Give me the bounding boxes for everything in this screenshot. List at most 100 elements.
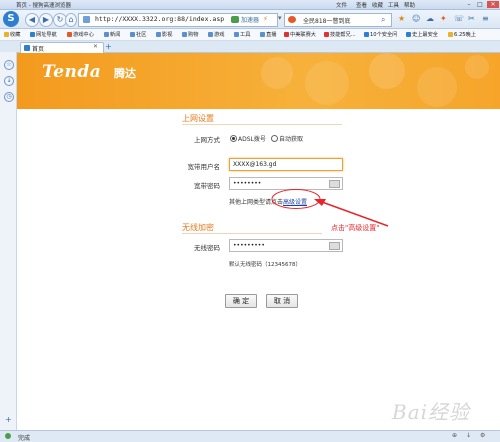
- keyboard-icon[interactable]: [329, 180, 340, 188]
- back-icon[interactable]: ◀: [25, 13, 39, 27]
- forward-icon[interactable]: ▶: [39, 13, 53, 27]
- username-input[interactable]: XXXX@163.gd: [229, 158, 343, 171]
- sidebar-download-icon[interactable]: ↓: [4, 76, 14, 86]
- maximize-icon[interactable]: □: [475, 1, 485, 8]
- status-bar: 完成 ⊕ ↓ ⚙: [0, 430, 500, 442]
- news-icon: [284, 32, 289, 37]
- tab-favicon-icon: [24, 45, 30, 51]
- favorites-item[interactable]: 直播: [260, 31, 276, 38]
- wireless-password-label: 无线密码: [194, 244, 220, 252]
- section-wireless-title: 无线加密: [182, 223, 214, 232]
- keyboard-icon[interactable]: [329, 242, 340, 250]
- sidebar-favorites-icon[interactable]: ☆: [4, 60, 14, 70]
- dropdown-arrow-icon[interactable]: ▾: [278, 14, 282, 22]
- star-icon[interactable]: ★: [398, 14, 405, 23]
- menu-icon[interactable]: ≡: [482, 14, 489, 23]
- address-url[interactable]: http://XXXX.3322.org:88/index.asp: [95, 15, 224, 23]
- search-box[interactable]: 全民818一瞥到底 ⌕: [284, 13, 392, 27]
- close-tab-icon[interactable]: ✕: [93, 43, 98, 50]
- section-divider: [182, 124, 342, 125]
- window-title: 首页 - 搜狗高速浏览器: [16, 3, 71, 9]
- favorites-item[interactable]: 10个安全问: [364, 31, 397, 38]
- favorites-item[interactable]: 技能帮兄...: [324, 31, 356, 38]
- news-icon: [448, 32, 453, 37]
- folder-icon: [182, 32, 187, 37]
- folder-icon: [156, 32, 161, 37]
- page-icon: [83, 16, 90, 23]
- sidebar-history-icon[interactable]: ◷: [4, 92, 14, 102]
- favorites-item[interactable]: 游戏中心: [67, 31, 94, 38]
- favorites-bar: 收藏 网址导航 游戏中心 新闻 社区 影视 购物 游戏 工具 直播 中美联赛大 …: [0, 29, 500, 41]
- sogou-logo-icon[interactable]: S: [3, 11, 19, 27]
- favorites-star-icon: [4, 32, 9, 37]
- home-icon[interactable]: ⌂: [65, 13, 77, 27]
- security-shield-icon: [231, 16, 239, 23]
- minimize-icon[interactable]: –: [464, 1, 474, 8]
- news-icon: [406, 32, 411, 37]
- favorites-item[interactable]: 中美联赛大: [284, 31, 316, 38]
- gift-icon[interactable]: ✦: [440, 14, 447, 23]
- navigation-bar: S ◀ ▶ ↻ ⌂ http://XXXX.3322.org:88/index.…: [0, 10, 500, 29]
- favorites-item[interactable]: 史上最安全: [406, 31, 438, 38]
- favorites-item[interactable]: 社区: [130, 31, 146, 38]
- sidebar-add-icon[interactable]: +: [5, 415, 12, 424]
- address-bar[interactable]: http://XXXX.3322.org:88/index.asp 加速器 ⚡: [78, 13, 278, 27]
- download-icon[interactable]: ↓: [466, 432, 471, 439]
- menu-file[interactable]: 文件: [336, 1, 347, 9]
- username-label: 宽带用户名: [187, 163, 221, 171]
- favorites-item[interactable]: 收藏: [4, 31, 20, 38]
- favorites-item[interactable]: 影视: [156, 31, 172, 38]
- search-input[interactable]: 全民818一瞥到底: [303, 16, 350, 25]
- tenda-logo: Tenda: [42, 62, 102, 82]
- baidu-watermark: Bai经验: [392, 400, 471, 424]
- favorites-item[interactable]: 6.25晚上: [448, 31, 476, 38]
- banner-decoration: [261, 53, 489, 107]
- tab-bar: 首页 ✕ +: [0, 41, 500, 53]
- favorites-item[interactable]: 游戏: [208, 31, 224, 38]
- phone-icon[interactable]: ☏: [454, 14, 464, 23]
- adsl-radio[interactable]: [230, 135, 237, 142]
- section-divider: [182, 233, 322, 234]
- wireless-default-hint: 默认无线密码（12345678）: [229, 262, 301, 268]
- tab-home[interactable]: 首页 ✕: [20, 42, 104, 53]
- folder-icon: [130, 32, 135, 37]
- settings-icon[interactable]: ⚙: [480, 432, 485, 439]
- accelerator-label[interactable]: 加速器: [241, 15, 259, 24]
- search-icon[interactable]: ⌕: [381, 15, 385, 25]
- username-value: XXXX@163.gd: [233, 161, 277, 168]
- nav-icon: [30, 32, 35, 37]
- auto-radio[interactable]: [271, 135, 278, 142]
- password-value: ••••••••: [233, 180, 262, 187]
- menu-tools[interactable]: 工具: [388, 1, 399, 9]
- favorites-item[interactable]: 新闻: [104, 31, 120, 38]
- tenda-logo-cn: 腾达: [114, 67, 136, 80]
- auto-radio-label[interactable]: 自动获取: [279, 134, 303, 143]
- browser-title-bar: 首页 - 搜狗高速浏览器 文件 查看 收藏 工具 帮助 – □ ✕: [0, 0, 500, 10]
- zoom-icon[interactable]: ⊕: [452, 432, 457, 439]
- news-icon: [364, 32, 369, 37]
- menu-view[interactable]: 查看: [356, 1, 367, 9]
- status-icon: [5, 433, 11, 439]
- folder-icon: [208, 32, 213, 37]
- folder-icon: [104, 32, 109, 37]
- folder-icon: [234, 32, 239, 37]
- cloud-icon[interactable]: ☁: [426, 14, 434, 23]
- favorites-item[interactable]: 网址导航: [30, 31, 57, 38]
- search-engine-icon[interactable]: [288, 16, 296, 23]
- close-window-icon[interactable]: ✕: [487, 1, 499, 8]
- password-label: 宽带密码: [194, 182, 220, 190]
- menu-favorites[interactable]: 收藏: [372, 1, 383, 9]
- lightning-icon[interactable]: ⚡: [263, 15, 268, 23]
- user-icon[interactable]: ☺: [412, 14, 420, 23]
- wireless-password-value: •••••••••: [233, 242, 265, 249]
- adsl-radio-label[interactable]: ADSL拨号: [238, 134, 266, 143]
- new-tab-icon[interactable]: +: [104, 43, 113, 51]
- favorites-item[interactable]: 购物: [182, 31, 198, 38]
- favorites-item[interactable]: 工具: [234, 31, 250, 38]
- scissors-icon[interactable]: ✂: [468, 14, 475, 23]
- cancel-button[interactable]: 取 消: [266, 294, 298, 308]
- wireless-password-input[interactable]: •••••••••: [229, 239, 343, 252]
- menu-help[interactable]: 帮助: [404, 1, 415, 9]
- browser-sidebar: ☆ ↓ ◷ +: [0, 52, 17, 430]
- ok-button[interactable]: 确 定: [225, 294, 257, 308]
